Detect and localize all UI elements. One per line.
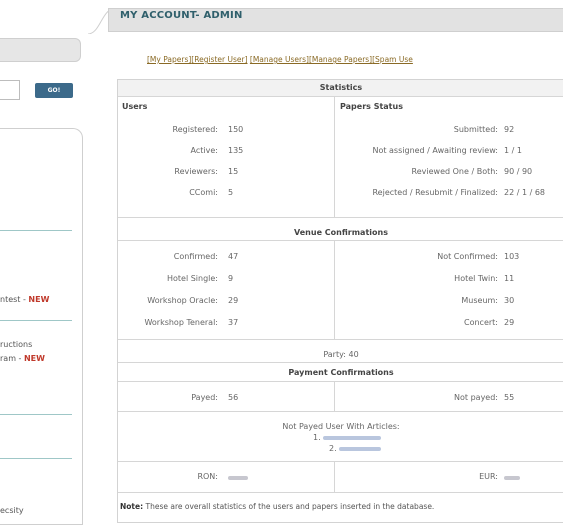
sidebar-panel [0,128,83,525]
column-divider [334,240,335,339]
note-label: Note: [120,502,144,511]
note-text: These are overall statistics of the user… [143,502,435,511]
sidebar-item-label: ructions [0,340,33,349]
not-payed-users-title: Not Payed User With Articles: [282,422,400,431]
party-count: Party: 40 [323,350,359,359]
divider [118,240,563,241]
nav-manage-users[interactable]: [Manage Users] [250,55,309,64]
page-title: MY ACCOUNT- ADMIN [120,10,243,21]
sidebar-divider [0,458,72,459]
confirmed-label: Confirmed: [173,252,218,261]
sidebar-item-university[interactable]: ecsity [0,506,24,515]
divider [118,492,563,493]
not-assigned-value: 1 / 1 [504,146,522,155]
divider [118,461,563,462]
not-confirmed-value: 103 [504,252,520,261]
papers-status-heading: Papers Status [340,102,403,111]
reviewed-label: Reviewed One / Both: [411,167,498,176]
list-number: 1. [313,433,321,442]
reviewed-value: 90 / 90 [504,167,533,176]
nav-register-user[interactable]: [Register User] [191,55,247,64]
eur-label: EUR: [479,472,498,481]
workshop-oracle-value: 29 [228,296,239,305]
sidebar: GO! ntest - NEW ructions ram - NEW ecsit… [0,0,96,525]
ccomi-value: 5 [228,188,234,197]
unpaid-user-list-item[interactable]: 1. [313,433,382,442]
workshop-teneral-value: 37 [228,318,239,327]
statistics-note: Note: These are overall statistics of th… [120,502,434,511]
workshop-oracle-label: Workshop Oracle: [147,296,218,305]
nav-spam-users[interactable]: [Spam Use [372,55,413,64]
sidebar-divider [0,230,72,231]
workshop-teneral-label: Workshop Teneral: [144,318,218,327]
payed-value: 56 [228,393,239,402]
museum-value: 30 [504,296,515,305]
not-payed-value: 55 [504,393,515,402]
rejected-label: Rejected / Resubmit / Finalized: [372,188,498,197]
payment-title: Payment Confirmations [118,366,563,380]
statistics-title: Statistics [118,80,563,96]
active-value: 135 [228,146,244,155]
sidebar-item-label: ram - [0,354,24,363]
hotel-twin-value: 11 [504,274,515,283]
submitted-value: 92 [504,125,515,134]
ron-value-redacted [228,473,248,482]
sidebar-divider [0,414,72,415]
sidebar-header-bar [0,38,81,62]
list-number: 2. [329,444,337,453]
divider [118,96,563,97]
venue-title: Venue Confirmations [118,226,563,240]
not-assigned-label: Not assigned / Awaiting review: [372,146,498,155]
not-confirmed-label: Not Confirmed: [437,252,498,261]
sidebar-item-label: ntest - [0,295,29,304]
hotel-single-value: 9 [228,274,234,283]
redacted-user-link [339,446,382,451]
nav-my-papers[interactable]: [My Papers] [147,55,191,64]
sidebar-item-program[interactable]: ram - NEW [0,354,45,363]
eur-value-redacted [504,473,520,482]
not-payed-label: Not payed: [454,393,498,402]
search-input[interactable] [0,80,20,100]
concert-value: 29 [504,318,515,327]
statistics-panel: Statistics Users Papers Status Registere… [117,79,563,523]
sidebar-divider [0,320,72,321]
divider [118,381,563,382]
column-divider [334,381,335,411]
reviewers-value: 15 [228,167,239,176]
hotel-single-label: Hotel Single: [166,274,218,283]
rejected-value: 22 / 1 / 68 [504,188,546,197]
active-label: Active: [190,146,218,155]
hotel-twin-label: Hotel Twin: [454,274,498,283]
new-badge: NEW [23,354,45,363]
divider [118,339,563,340]
confirmed-value: 47 [228,252,239,261]
reviewers-label: Reviewers: [174,167,218,176]
sidebar-item-contest[interactable]: ntest - NEW [0,295,49,304]
divider [118,362,563,363]
submitted-label: Submitted: [453,125,498,134]
divider [118,217,563,218]
sidebar-item-label: ecsity [0,506,24,515]
account-nav: [My Papers][Register User] [Manage Users… [147,55,413,64]
concert-label: Concert: [464,318,498,327]
museum-label: Museum: [461,296,498,305]
users-heading: Users [122,102,148,111]
nav-manage-papers[interactable]: [Manage Papers] [309,55,372,64]
ron-label: RON: [197,472,218,481]
search-go-button[interactable]: GO! [35,83,73,98]
unpaid-user-list-item[interactable]: 2. [329,444,382,453]
registered-value: 150 [228,125,244,134]
new-badge: NEW [28,295,50,304]
registered-label: Registered: [172,125,218,134]
payed-label: Payed: [191,393,218,402]
ccomi-label: CComi: [189,188,218,197]
column-divider [334,96,335,217]
sidebar-item-instructions[interactable]: ructions [0,340,32,349]
divider [118,411,563,412]
redacted-user-link [323,435,382,440]
column-divider [334,461,335,492]
